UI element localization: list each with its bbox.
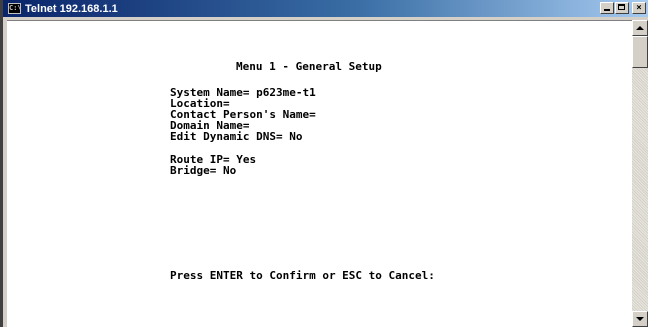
title-bar[interactable]: C:\ Telnet 192.168.1.1 × [3, 0, 648, 17]
maximize-button[interactable] [615, 2, 629, 14]
menu-heading: Menu 1 - General Setup [236, 60, 382, 73]
confirm-prompt: Press ENTER to Confirm or ESC to Cancel: [170, 269, 435, 282]
close-button[interactable]: × [632, 2, 646, 14]
bridge-field: Bridge= No [170, 164, 237, 177]
arrow-up-icon [636, 26, 644, 30]
terminal-text: Menu 1 - General Setup System Name= p623… [7, 21, 435, 281]
console-icon: C:\ [8, 3, 22, 14]
minimize-icon [604, 9, 610, 11]
minimize-button[interactable] [600, 2, 614, 14]
close-icon: × [636, 3, 642, 13]
dynamic-dns-field: Edit Dynamic DNS= No [170, 130, 303, 143]
arrow-down-icon [636, 317, 644, 321]
scroll-down-button[interactable] [632, 311, 648, 327]
maximize-icon [618, 4, 625, 10]
terminal-screen[interactable]: Menu 1 - General Setup System Name= p623… [7, 20, 633, 328]
vertical-scrollbar[interactable] [632, 20, 648, 327]
window-title: Telnet 192.168.1.1 [25, 2, 118, 15]
telnet-window: C:\ Telnet 192.168.1.1 × Menu 1 - Genera… [0, 0, 648, 328]
scroll-up-button[interactable] [632, 20, 648, 36]
scroll-thumb[interactable] [632, 36, 648, 68]
